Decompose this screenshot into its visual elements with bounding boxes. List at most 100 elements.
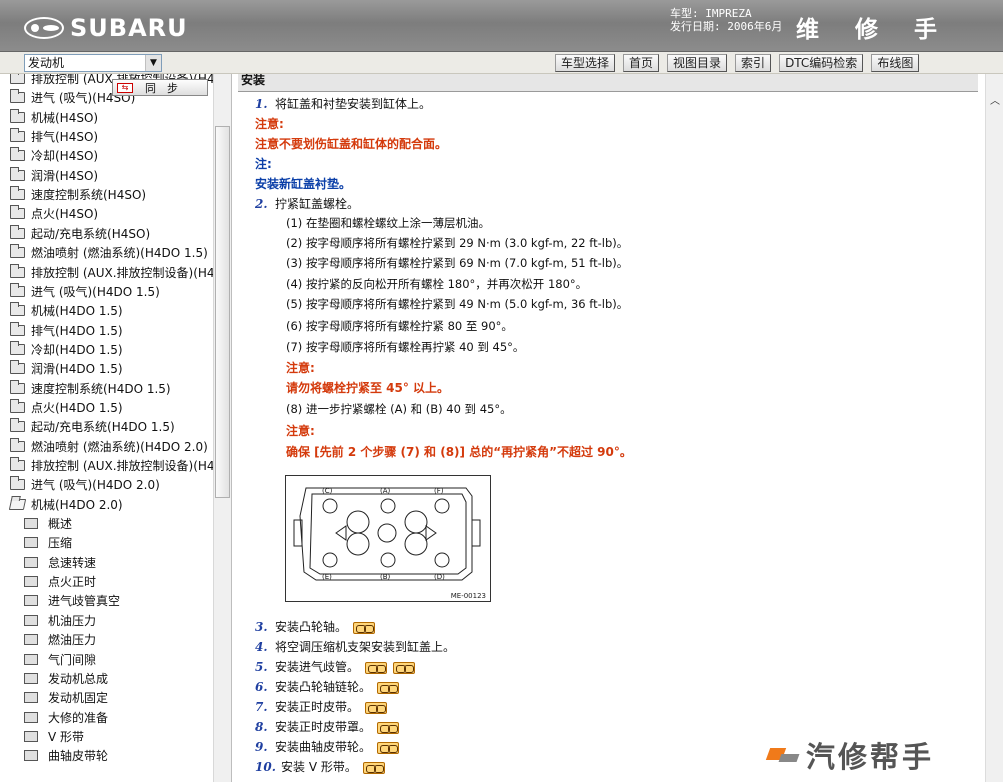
sidebar-item[interactable]: 冷却(H4SO)	[10, 146, 98, 165]
sidebar-item[interactable]: 气门间隙	[24, 650, 96, 669]
sidebar-item[interactable]: 点火正时	[24, 572, 96, 591]
sidebar-item[interactable]: 发动机总成	[24, 669, 108, 688]
caution-text: 请勿将螺栓拧紧至 45° 以上。	[286, 381, 450, 395]
document-icon	[24, 672, 38, 684]
folder-icon	[10, 74, 25, 84]
document-icon	[24, 653, 38, 665]
step-text: 安装进气歧管。	[275, 660, 360, 674]
sidebar-item[interactable]: 机械(H4DO 2.0)	[8, 495, 123, 514]
note-label: 注:	[255, 157, 272, 171]
reference-link-icon[interactable]	[353, 621, 376, 634]
reference-link-icon[interactable]	[377, 681, 400, 694]
figure-caption: ME-00123	[450, 592, 486, 600]
sidebar-item[interactable]: 点火(H4SO)	[10, 204, 98, 223]
step-number: 10.	[255, 760, 276, 774]
sidebar-item[interactable]: 排气(H4SO)	[10, 127, 98, 146]
folder-icon	[10, 379, 25, 394]
sidebar-item[interactable]: 发动机固定	[24, 688, 108, 707]
bolt-sequence-figure: (C) (A) (F) (E) (B) (D) ME-00123	[285, 475, 491, 602]
sidebar-scrollbar[interactable]	[213, 74, 231, 782]
sidebar-item-label: 发动机固定	[48, 691, 109, 706]
sidebar-item-label: 起动/充电系统(H4DO 1.5)	[31, 420, 175, 435]
sidebar-item-label: 燃油喷射 (燃油系统)(H4DO 2.0)	[31, 439, 208, 454]
index-button[interactable]: 索引	[735, 54, 772, 72]
sidebar-item[interactable]: V 形带	[24, 727, 84, 746]
sidebar-item-label: 进气歧管真空	[48, 594, 121, 609]
sidebar-item[interactable]: 大修的准备	[24, 708, 108, 727]
substep-5: (5) 按字母顺序将所有螺栓拧紧到 49 N·m (5.0 kgf-m, 36 …	[286, 297, 629, 311]
sync-button[interactable]: ⇆ 同 步	[112, 79, 208, 96]
reference-link-icon[interactable]	[365, 661, 388, 674]
note-text: 安装新缸盖衬垫。	[255, 177, 352, 191]
content-pane: 安装 1. 将缸盖和衬垫安装到缸体上。 注意: 注意不要划伤缸盖和缸体的配合面。 …	[233, 74, 985, 782]
model-select-button[interactable]: 车型选择	[555, 54, 616, 72]
folder-icon	[10, 186, 25, 201]
sidebar-item-label: 冷却(H4DO 1.5)	[31, 342, 123, 357]
sidebar-item-label: 曲轴皮带轮	[48, 749, 109, 764]
document-icon	[24, 634, 38, 646]
caution-label: 注意:	[286, 424, 315, 438]
document-icon	[24, 518, 38, 530]
reference-link-icon[interactable]	[393, 661, 416, 674]
model-line: 车型: IMPREZA	[670, 7, 752, 20]
sidebar-item[interactable]: 怠速转速	[24, 553, 96, 572]
content-scrollbar[interactable]: ︿	[985, 74, 1003, 782]
subaru-logo: SUBARU	[24, 14, 188, 42]
sidebar-item[interactable]: 压缩	[24, 533, 72, 552]
step-text: 安装凸轮轴。	[275, 620, 348, 634]
step-number: 6.	[255, 680, 268, 694]
sidebar-tree-panel: 排放控制 (AUX.排放控制设备)(H4进气 (吸气)(H4SO)机械(H4SO…	[0, 74, 232, 782]
sidebar-item[interactable]: 排气(H4DO 1.5)	[10, 321, 123, 340]
wiring-diagram-button[interactable]: 布线图	[871, 54, 920, 72]
toolbar: 发动机 ▼ 车型选择 首页 视图目录 索引 DTC编码检索 布线图	[0, 52, 1003, 74]
reference-link-icon[interactable]	[377, 721, 400, 734]
sidebar-item[interactable]: 燃油压力	[24, 630, 96, 649]
folder-icon	[10, 282, 25, 297]
sidebar-item[interactable]: 冷却(H4DO 1.5)	[10, 340, 123, 359]
reference-link-icon[interactable]	[377, 741, 400, 754]
caution-label: 注意:	[255, 117, 284, 131]
sidebar-item[interactable]: 燃油喷射 (燃油系统)(H4DO 2.0)	[10, 437, 208, 456]
step-6: 6. 安装凸轮轴链轮。	[255, 678, 400, 695]
step-number: 2.	[255, 197, 268, 211]
sidebar-item[interactable]: 机械(H4SO)	[10, 108, 98, 127]
sidebar-item[interactable]: 排放控制 (AUX.排放控制设备)(H4	[10, 456, 213, 475]
sidebar-item[interactable]: 曲轴皮带轮	[24, 746, 108, 765]
dtc-search-button[interactable]: DTC编码检索	[779, 54, 864, 72]
substep-2: (2) 按字母顺序将所有螺栓拧紧到 29 N·m (3.0 kgf-m, 22 …	[286, 236, 629, 250]
step-text: 将缸盖和衬垫安装到缸体上。	[275, 97, 432, 111]
view-contents-button[interactable]: 视图目录	[667, 54, 728, 72]
sidebar-item[interactable]: 排放控制 (AUX.排放控制设备)(H4	[10, 263, 213, 282]
sync-icon: ⇆	[117, 82, 133, 93]
sidebar-item[interactable]: 润滑(H4SO)	[10, 166, 98, 185]
sidebar-item[interactable]: 润滑(H4DO 1.5)	[10, 359, 123, 378]
folder-icon	[10, 147, 25, 162]
sidebar-item[interactable]: 概述	[24, 514, 72, 533]
sidebar-item-label: 机械(H4DO 2.0)	[31, 497, 123, 512]
home-button[interactable]: 首页	[623, 54, 660, 72]
system-select[interactable]: 发动机 ▼	[24, 54, 162, 72]
sidebar-item[interactable]: 机械(H4DO 1.5)	[10, 301, 123, 320]
step-number: 5.	[255, 660, 268, 674]
sidebar-item[interactable]: 速度控制系统(H4SO)	[10, 185, 146, 204]
reference-link-icon[interactable]	[365, 701, 388, 714]
sidebar-item[interactable]: 燃油喷射 (燃油系统)(H4DO 1.5)	[10, 243, 208, 262]
reference-link-icon[interactable]	[362, 761, 385, 774]
sidebar-item[interactable]: 机油压力	[24, 611, 96, 630]
caution-label: 注意:	[286, 361, 315, 375]
substep-4: (4) 按拧紧的反向松开所有螺栓 180°，并再次松开 180°。	[286, 277, 588, 291]
substep-8: (8) 进一步拧紧螺栓 (A) 和 (B) 40 到 45°。	[286, 402, 512, 416]
sidebar-item[interactable]: 起动/充电系统(H4SO)	[10, 224, 150, 243]
sidebar-item[interactable]: 进气歧管真空	[24, 591, 120, 610]
sidebar-item[interactable]: 点火(H4DO 1.5)	[10, 398, 123, 417]
document-icon	[24, 576, 38, 588]
sidebar-item[interactable]: 进气 (吸气)(H4DO 2.0)	[10, 475, 160, 494]
scroll-up-icon[interactable]: ︿	[990, 92, 1000, 107]
sidebar-item[interactable]: 起动/充电系统(H4DO 1.5)	[10, 417, 175, 436]
chevron-down-icon[interactable]: ▼	[145, 55, 161, 71]
sidebar-scrollbar-thumb[interactable]	[215, 126, 230, 498]
sidebar-item[interactable]: 速度控制系统(H4DO 1.5)	[10, 379, 171, 398]
sidebar-item-label: 机械(H4SO)	[31, 110, 99, 125]
sidebar-item-label: 排放控制 (AUX.排放控制设备)(H4	[31, 459, 213, 473]
sidebar-item[interactable]: 进气 (吸气)(H4DO 1.5)	[10, 282, 160, 301]
